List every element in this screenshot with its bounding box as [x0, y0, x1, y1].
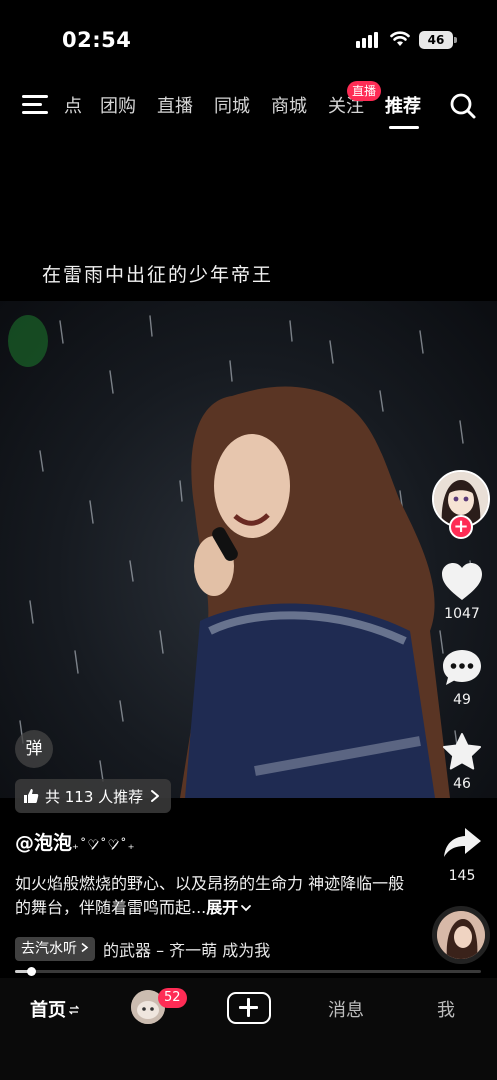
video-frame-image	[8, 315, 474, 798]
video-player[interactable]	[0, 301, 497, 798]
bottom-nav: 首页 52 消息 我	[0, 978, 497, 1080]
comment-count: 49	[453, 692, 471, 708]
live-badge: 直播	[347, 81, 382, 101]
chevron-right-icon	[81, 942, 89, 953]
chevron-down-icon	[241, 905, 252, 912]
chevron-right-icon	[151, 790, 160, 802]
tab-recommend[interactable]: 推荐	[385, 92, 421, 118]
video-description[interactable]: 如火焰般燃烧的野心、以及昂扬的生命力 神迹降临一般的舞台，伴随着雷鸣而起...展…	[15, 872, 410, 920]
nav-messages[interactable]: 消息	[328, 996, 364, 1022]
open-in-qishui-tag[interactable]: 去汽水听	[15, 937, 95, 961]
favorite-button[interactable]: 46	[438, 732, 486, 792]
tab-live[interactable]: 直播	[157, 92, 193, 118]
video-progress-bar[interactable]	[15, 967, 481, 976]
friends-badge: 52	[158, 988, 187, 1008]
favorite-count: 46	[453, 776, 471, 792]
wifi-icon	[390, 31, 410, 46]
battery-indicator: 46	[419, 31, 457, 49]
tab-dian[interactable]: 点	[64, 92, 82, 118]
share-count: 145	[448, 868, 476, 884]
author-decoration: ₊˚♡̷̷̷˚♡̷̷̷˚₊	[72, 838, 136, 853]
nav-home[interactable]: 首页	[30, 996, 80, 1022]
music-row[interactable]: 去汽水听 的武器 – 齐一萌 成为我	[15, 936, 270, 962]
music-title: 的武器 – 齐一萌 成为我	[103, 941, 271, 960]
create-button[interactable]	[227, 992, 271, 1024]
author-handle: @泡泡	[15, 832, 73, 854]
thumbs-up-icon	[24, 789, 39, 803]
heart-icon	[442, 563, 482, 600]
tab-group-buy[interactable]: 团购	[100, 92, 136, 118]
comment-icon	[443, 650, 481, 685]
cellular-signal-icon	[356, 32, 380, 48]
tab-same-city[interactable]: 同城	[214, 92, 250, 118]
author-avatar-button[interactable]: +	[432, 470, 490, 539]
status-bar: 02:54 46	[0, 0, 497, 80]
active-tab-indicator	[389, 126, 419, 129]
top-nav: 点 团购 直播 同城 商城 关注 直播 推荐	[0, 81, 497, 129]
nav-home-label: 首页	[30, 1000, 66, 1021]
author-name[interactable]: @泡泡₊˚♡̷̷̷˚♡̷̷̷˚₊	[15, 828, 136, 855]
video-caption: 在雷雨中出征的少年帝王	[42, 264, 274, 286]
danmaku-toggle-button[interactable]: 弹	[15, 730, 53, 768]
status-time: 02:54	[62, 28, 132, 52]
expand-link[interactable]: 展开	[206, 898, 238, 917]
progress-knob[interactable]	[27, 967, 37, 976]
nav-me[interactable]: 我	[437, 996, 455, 1022]
tab-mall[interactable]: 商城	[271, 92, 307, 118]
comment-button[interactable]: 49	[438, 648, 486, 708]
recommend-text: 共 113 人推荐	[45, 787, 144, 806]
recommend-pill[interactable]: 共 113 人推荐	[15, 779, 172, 813]
search-icon[interactable]	[449, 92, 477, 120]
like-count: 1047	[444, 606, 480, 622]
share-icon	[444, 828, 481, 857]
star-icon	[443, 733, 481, 770]
music-disc[interactable]	[432, 906, 490, 964]
follow-button[interactable]: +	[449, 515, 473, 539]
like-button[interactable]: 1047	[438, 562, 486, 622]
music-tag-label: 去汽水听	[21, 941, 77, 957]
share-button[interactable]: 145	[438, 824, 486, 884]
music-cover-image	[437, 911, 485, 959]
menu-icon[interactable]	[22, 94, 48, 116]
swap-arrows-icon	[68, 1005, 80, 1015]
